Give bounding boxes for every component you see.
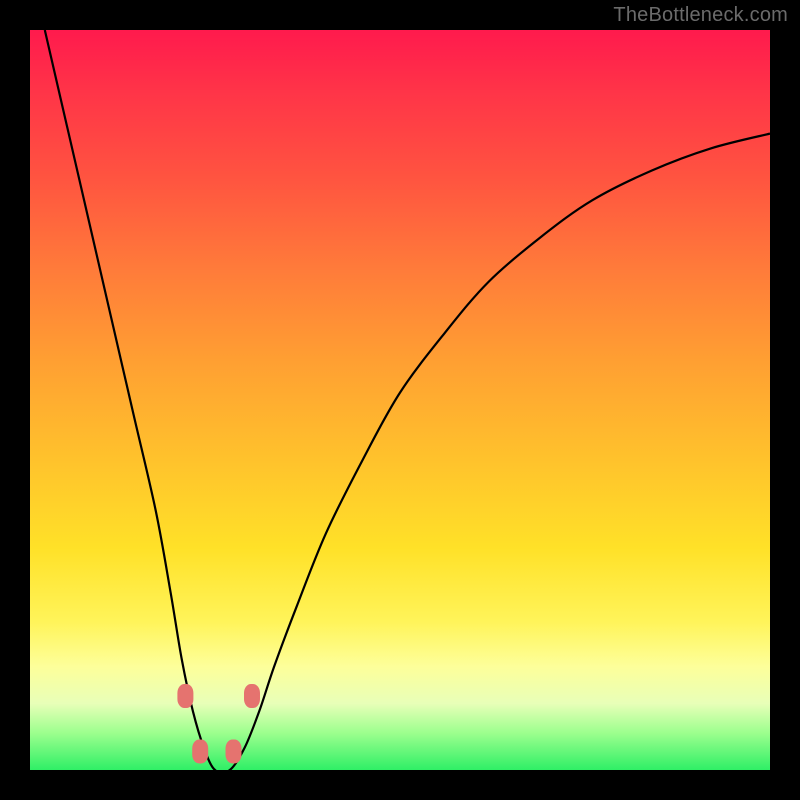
curve-marker xyxy=(244,684,260,708)
plot-area xyxy=(30,30,770,770)
curve-marker xyxy=(226,740,242,764)
curve-markers xyxy=(177,684,260,764)
bottleneck-curve xyxy=(30,30,770,770)
curve-line xyxy=(45,30,770,770)
chart-frame: TheBottleneck.com xyxy=(0,0,800,800)
curve-marker xyxy=(192,740,208,764)
curve-marker xyxy=(177,684,193,708)
watermark-text: TheBottleneck.com xyxy=(613,4,788,27)
